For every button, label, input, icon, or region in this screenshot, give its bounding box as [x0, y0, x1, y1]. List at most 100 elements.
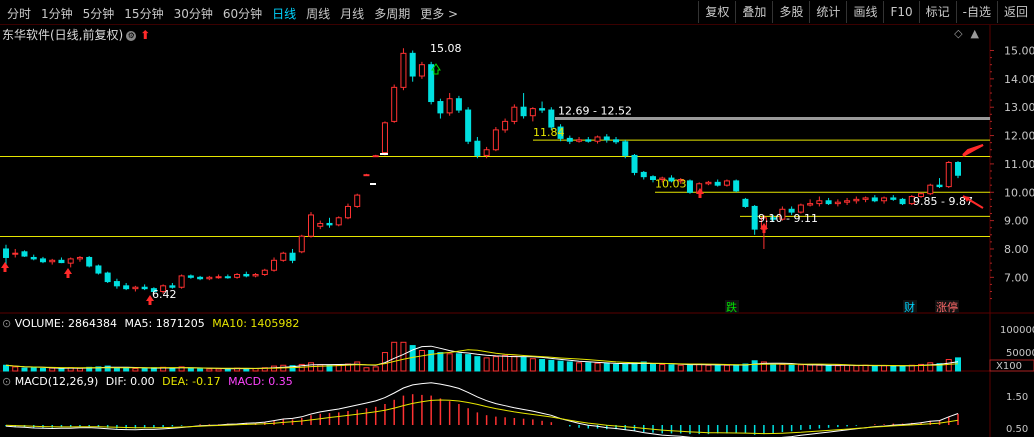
price-axis-label: 8.00 — [1004, 243, 1029, 256]
volume-bar — [613, 363, 620, 372]
candle-down — [890, 197, 897, 200]
period-tab[interactable]: 30分钟 — [169, 3, 218, 24]
volume-bar — [132, 368, 139, 372]
function-tab[interactable]: 统计 — [809, 1, 846, 23]
period-tab[interactable]: 日线 — [267, 3, 301, 24]
volume-value: VOLUME: 2864384 — [14, 317, 117, 330]
period-tab[interactable]: 5分钟 — [78, 3, 120, 24]
volume-bar — [474, 356, 481, 372]
volume-unit-label: X100 — [996, 361, 1022, 372]
triangle-button[interactable]: ▲ — [971, 27, 979, 40]
candle-up — [132, 286, 139, 290]
candle-down — [30, 256, 37, 260]
volume-bar — [215, 368, 222, 372]
volume-bar — [853, 365, 860, 372]
volume-bar — [539, 359, 546, 372]
candle-up — [927, 184, 934, 195]
candle-up — [215, 276, 222, 279]
function-tab[interactable]: 叠加 — [735, 1, 772, 23]
candle-up — [945, 161, 952, 188]
macd-settings-icon[interactable]: ⊙ — [2, 375, 11, 388]
candle-down — [21, 251, 28, 257]
level-label: 11.84 — [533, 126, 565, 139]
candle-up — [271, 259, 278, 271]
candle-up — [317, 222, 324, 227]
volume-bar — [141, 368, 148, 372]
candle-up — [234, 273, 241, 278]
volume-bar — [455, 353, 462, 372]
settings-circle-icon[interactable]: ⚙ — [126, 30, 137, 41]
period-toolbar: 分时 1分钟 5分钟 15分钟 30分钟 60分钟 日线 周线 月线 多周期 更多 > 复权 叠加 多股… — [0, 0, 1034, 25]
function-tab[interactable]: 返回 — [996, 1, 1034, 23]
candle-up — [502, 120, 509, 131]
volume-bar — [187, 368, 194, 372]
volume-bar — [659, 363, 666, 372]
candle-up — [354, 194, 361, 207]
candle-down — [936, 184, 943, 188]
up-arrow-icon: ⬆ — [140, 28, 151, 42]
period-tab[interactable]: 多周期 — [369, 3, 415, 24]
volume-settings-icon[interactable]: ⊙ — [2, 317, 11, 330]
candle-up — [844, 200, 851, 203]
volume-bar — [807, 364, 814, 372]
price-axis-label: 9.00 — [1004, 215, 1029, 228]
candle-up — [49, 259, 56, 263]
candle-down — [289, 252, 296, 261]
function-tab[interactable]: 多股 — [772, 1, 809, 23]
candle-up — [391, 86, 398, 122]
function-tab[interactable]: 标记 — [918, 1, 956, 23]
volume-bar — [548, 359, 555, 372]
candle-down — [95, 265, 102, 274]
volume-bar — [21, 367, 28, 372]
candle-down — [622, 141, 629, 156]
candle-down — [955, 161, 961, 176]
volume-bar — [428, 350, 435, 372]
candle-up — [280, 252, 287, 261]
period-tab[interactable]: 周线 — [301, 3, 335, 24]
level-label: 12.69 - 12.52 — [558, 105, 632, 118]
period-tab[interactable]: 60分钟 — [218, 3, 267, 24]
period-tab[interactable]: 月线 — [335, 3, 369, 24]
candle-up — [206, 276, 213, 280]
volume-bar — [677, 364, 684, 372]
diamond-button[interactable]: ◇ — [954, 27, 962, 40]
price-axis-label: 14.00 — [1004, 73, 1034, 86]
candle-up — [446, 98, 453, 114]
candle-down — [603, 136, 610, 141]
period-tab[interactable]: 更多 > — [415, 3, 463, 24]
function-tab[interactable]: F10 — [883, 1, 918, 23]
function-tab[interactable]: 复权 — [698, 1, 735, 23]
candle-down — [899, 198, 906, 205]
price-axis-label: 10.00 — [1004, 186, 1034, 199]
period-tab[interactable]: 分时 — [2, 3, 36, 24]
candle-up — [178, 275, 185, 288]
candle-up — [853, 198, 860, 202]
function-tab[interactable]: 画线 — [846, 1, 883, 23]
candle-down — [548, 109, 555, 128]
volume-bar — [723, 364, 730, 372]
price-axis-label: 12.00 — [1004, 130, 1034, 143]
volume-bar — [862, 364, 869, 372]
candle-up — [252, 273, 259, 277]
candle-down — [871, 197, 878, 202]
period-tab[interactable]: 1分钟 — [36, 3, 78, 24]
volume-bar — [770, 364, 777, 372]
corner-buttons: ◇ ▲ — [946, 27, 979, 40]
candle-down — [474, 140, 481, 156]
candle-up — [308, 214, 315, 237]
volume-bar — [30, 367, 37, 372]
candle-down — [465, 109, 472, 142]
function-tabs: 复权 叠加 多股 统计 画线 F10 标记 -自选 返回 — [698, 1, 1034, 23]
function-tab[interactable]: -自选 — [955, 1, 997, 23]
candle-up — [492, 129, 499, 151]
candle-down — [123, 285, 130, 290]
macd-dif-line — [5, 382, 959, 437]
period-tab[interactable]: 15分钟 — [119, 3, 168, 24]
volume-bar — [594, 362, 601, 372]
volume-bar — [197, 368, 204, 372]
chart-canvas[interactable]: 15.00 14.00 13.00 12.00 11.00 10.00 9.00 8.00 7.… — [0, 0, 1034, 437]
volume-bar — [788, 364, 795, 372]
candle-up — [418, 64, 425, 77]
price-axis-label: 7.00 — [1004, 271, 1029, 284]
candle-up — [723, 180, 730, 186]
